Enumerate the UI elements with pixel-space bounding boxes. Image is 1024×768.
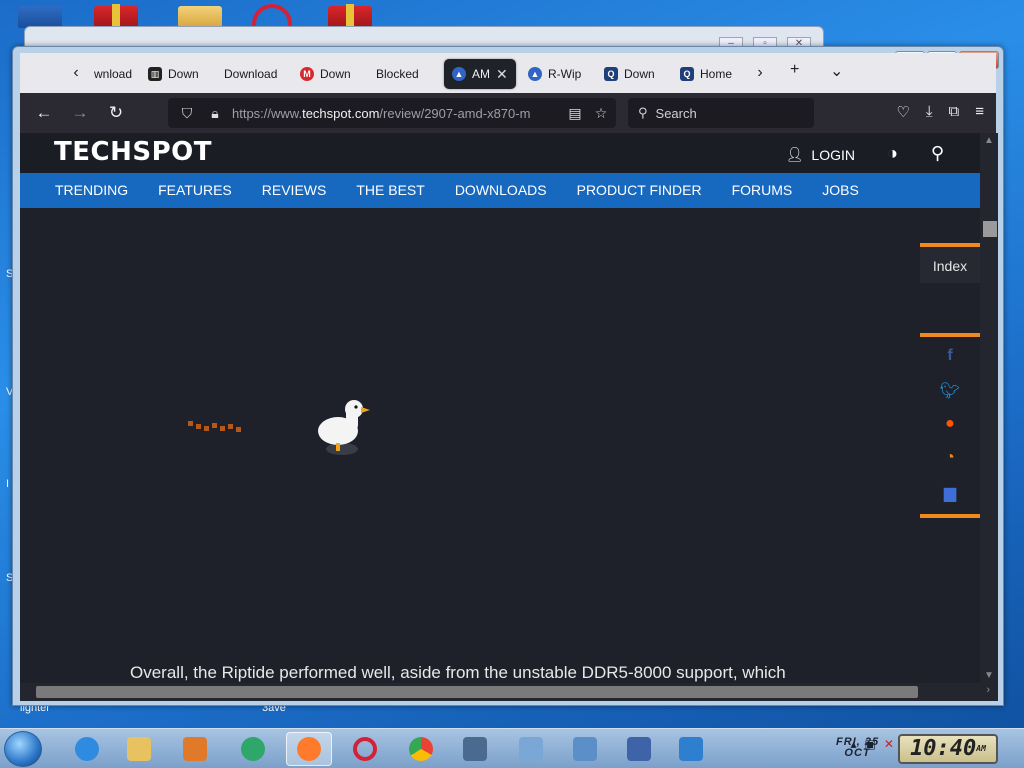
horizontal-scrollbar[interactable]: › (20, 683, 998, 701)
menu-reviews[interactable]: REVIEWS (262, 173, 327, 208)
menu-trending[interactable]: TRENDING (55, 173, 128, 208)
menu-features[interactable]: FEATURES (158, 173, 232, 208)
site-menu: TRENDING FEATURES REVIEWS THE BEST DOWNL… (20, 173, 980, 208)
control-panel-icon[interactable] (562, 732, 608, 766)
tab[interactable]: M Down (292, 59, 362, 89)
menu-product-finder[interactable]: PRODUCT FINDER (577, 173, 702, 208)
theme-toggle-icon[interactable]: ◑ (887, 143, 898, 164)
reddit-icon[interactable]: ● (920, 415, 980, 433)
mega-icon: M (300, 67, 314, 81)
desktop-label: I (6, 478, 10, 490)
tab[interactable]: Q Down (596, 59, 670, 89)
reader-view-icon[interactable]: ▤ (562, 105, 588, 122)
bookmark-star-icon[interactable]: ☆ (588, 105, 614, 122)
share-bar: f 🐦︎ ● ◔ ▆ (920, 333, 980, 518)
chevron-right-icon[interactable]: › (750, 63, 770, 83)
vertical-scrollbar[interactable]: ▲ ▼ (980, 133, 998, 683)
menu-downloads[interactable]: DOWNLOADS (455, 173, 547, 208)
close-icon[interactable]: ✕ (496, 66, 508, 83)
menu-jobs[interactable]: JOBS (822, 173, 859, 208)
new-tab-icon[interactable]: + (790, 61, 799, 79)
scroll-up-icon[interactable]: ▲ (984, 135, 994, 146)
facebook-icon[interactable]: f (920, 347, 980, 365)
menu-forums[interactable]: FORUMS (732, 173, 793, 208)
desktop-icon-rar-1[interactable] (94, 4, 138, 30)
search-icon: ⚲ (638, 105, 648, 120)
app-monitor-icon[interactable] (452, 732, 498, 766)
app-window-icon[interactable] (616, 732, 662, 766)
search-icon[interactable]: ⚲ (931, 143, 944, 164)
lock-icon[interactable]: 🔒︎ (206, 105, 224, 122)
tab[interactable]: ▥ Down (140, 59, 210, 89)
chevron-left-icon[interactable]: ‹ (66, 63, 86, 83)
app-green-icon[interactable] (230, 732, 276, 766)
article-paragraph: Overall, the Riptide performed well, asi… (130, 663, 786, 682)
scroll-right-icon[interactable]: › (986, 684, 990, 696)
clock-display[interactable]: 10:40AM (898, 734, 998, 764)
goose-sprite (318, 400, 370, 455)
opera-icon[interactable] (342, 732, 388, 766)
taskbar: ▴ ▣ ✕ ✕ FRI, 25 OCT 10:40AM (0, 728, 1024, 768)
navigation-toolbar: ← → ↻ ⛉ 🔒︎ https://www.techspot.com/revi… (20, 93, 996, 133)
footprints-trail (188, 419, 248, 435)
menu-icon[interactable]: ≡ (975, 103, 984, 121)
twitter-icon[interactable]: 🐦︎ (920, 381, 980, 400)
tab[interactable]: Q Home (672, 59, 748, 89)
site-logo[interactable]: TECHSPOT (54, 137, 212, 167)
tab[interactable]: Blocked (368, 59, 444, 89)
firefox-icon[interactable] (286, 732, 332, 766)
menu-the-best[interactable]: THE BEST (356, 173, 424, 208)
scrollbar-thumb[interactable] (983, 221, 997, 237)
page-viewport: TECHSPOT 👤︎ LOGIN ◑ ⚲ TRENDING FEATURES … (20, 133, 980, 683)
ie-icon[interactable] (64, 732, 110, 766)
downloader-icon[interactable] (668, 732, 714, 766)
start-button[interactable] (4, 731, 42, 767)
back-icon[interactable]: ← (34, 103, 54, 123)
search-input[interactable]: ⚲ Search (628, 98, 814, 128)
forward-icon[interactable]: → (70, 103, 90, 123)
shield-icon[interactable]: ⛉ (178, 105, 196, 122)
desktop-icon-rar-2[interactable] (328, 4, 372, 30)
index-button[interactable]: Index (920, 243, 980, 283)
tab-strip: ‹ wnload ▥ Down Download M Down Blocked … (20, 53, 996, 93)
chrome-icon[interactable] (398, 732, 444, 766)
volume-icon[interactable]: ✕ (884, 737, 894, 751)
scrollbar-thumb[interactable] (36, 686, 918, 698)
tab-active[interactable]: ▲ AM ✕ (444, 59, 516, 89)
extensions-icon[interactable]: ⧉ (949, 103, 960, 121)
chevron-down-icon[interactable]: ⌄ (830, 61, 843, 81)
comments-icon[interactable]: ▆ (920, 483, 980, 502)
q-icon: Q (680, 67, 694, 81)
explorer-icon[interactable] (116, 732, 162, 766)
user-icon: 👤︎ (785, 146, 804, 162)
scroll-down-icon[interactable]: ▼ (984, 670, 994, 681)
desktop-icon-1[interactable] (18, 6, 62, 28)
reload-icon[interactable]: ↻ (106, 103, 126, 123)
address-bar[interactable]: ⛉ 🔒︎ https://www.techspot.com/review/290… (168, 98, 616, 128)
url-text[interactable]: https://www.techspot.com/review/2907-amd… (232, 106, 562, 121)
site-header: TECHSPOT 👤︎ LOGIN ◑ ⚲ (20, 133, 980, 175)
tab[interactable]: ▲ R-Wip (520, 59, 594, 89)
toolbar-icons: ♡ ⤓ ⧉ ≡ (896, 103, 996, 121)
tab[interactable]: Download (216, 59, 284, 89)
triangle-icon: ▲ (452, 67, 466, 81)
date-display[interactable]: FRI, 25 OCT (836, 737, 879, 759)
login-button[interactable]: 👤︎ LOGIN (786, 146, 855, 163)
media-player-icon[interactable] (172, 732, 218, 766)
browser-window: – ▭ ✕ ‹ wnload ▥ Down Download M Down Bl… (12, 46, 1004, 706)
network-icon[interactable] (508, 732, 554, 766)
q-icon: Q (604, 67, 618, 81)
downloads-icon[interactable]: ⤓ (926, 103, 933, 121)
rss-icon[interactable]: ◔ (920, 449, 980, 467)
desktop-icon-3[interactable] (178, 6, 222, 28)
archive-icon: ▥ (148, 67, 162, 81)
tab[interactable]: wnload (86, 59, 148, 89)
triangle-icon: ▲ (528, 67, 542, 81)
pocket-icon[interactable]: ♡ (896, 103, 909, 121)
